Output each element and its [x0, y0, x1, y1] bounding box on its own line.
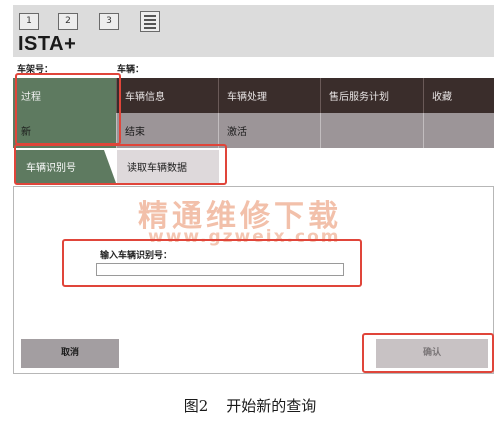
menu-end[interactable]: 结束: [117, 113, 219, 148]
ista-window: 1 2 3 ISTA+ 车架号： 车辆： 过程 车辆信息 车辆处理 售后服务计划…: [13, 5, 494, 377]
cancel-button[interactable]: 取消: [21, 339, 119, 368]
menu-activate[interactable]: 激活: [219, 113, 321, 148]
app-title: ISTA+: [18, 33, 77, 55]
menu-favorites[interactable]: 收藏: [424, 78, 494, 113]
figure-caption: 图2 开始新的查询: [0, 395, 500, 416]
toolbar-button-3[interactable]: 3: [99, 13, 119, 30]
menu-vehicle-info[interactable]: 车辆信息: [117, 78, 219, 113]
list-icon[interactable]: [140, 11, 160, 32]
title-bar: 1 2 3 ISTA+: [13, 5, 494, 57]
toolbar-button-2[interactable]: 2: [58, 13, 78, 30]
highlight-subtabs: [14, 144, 227, 185]
highlight-vin-field: [62, 239, 362, 287]
menu-empty-1: [321, 113, 424, 148]
menu-empty-2: [424, 113, 494, 148]
toolbar-button-1[interactable]: 1: [19, 13, 39, 30]
highlight-process-new: [15, 73, 121, 145]
highlight-confirm: [362, 333, 494, 373]
menu-vehicle-processing[interactable]: 车辆处理: [219, 78, 321, 113]
caption-text: 开始新的查询: [226, 397, 317, 415]
menu-service-plan[interactable]: 售后服务计划: [321, 78, 424, 113]
vehicle-label: 车辆：: [117, 65, 145, 75]
caption-number: 图2: [183, 397, 209, 415]
